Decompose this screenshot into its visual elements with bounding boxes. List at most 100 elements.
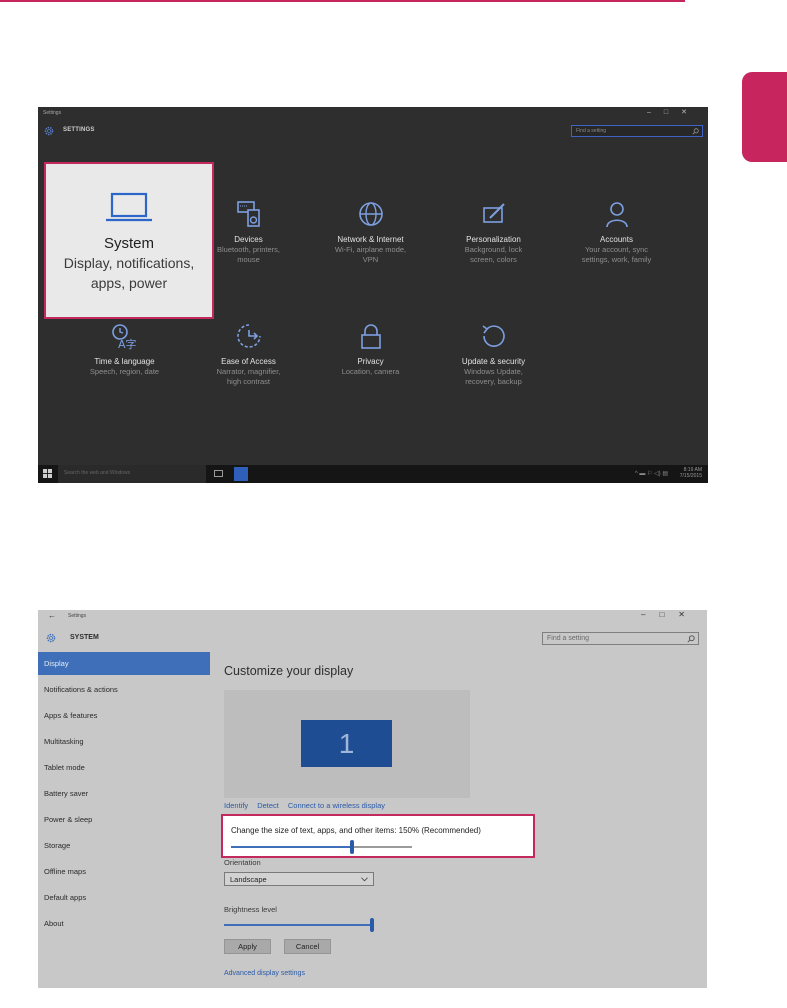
- gear-icon: [46, 633, 56, 643]
- tile-network-desc-2: VPN: [362, 255, 379, 264]
- settings-taskbar-icon[interactable]: [234, 467, 248, 481]
- advanced-display-settings-link[interactable]: Advanced display settings: [224, 970, 305, 977]
- task-view-icon[interactable]: [214, 470, 223, 477]
- tile-time-language-name: Time & language: [94, 357, 155, 366]
- tile-accounts[interactable]: Accounts Your account, sync settings, wo…: [554, 200, 679, 265]
- nav-item-power-sleep[interactable]: Power & sleep: [38, 808, 210, 831]
- tile-privacy[interactable]: Privacy Location, camera: [308, 322, 433, 377]
- nav-item-multitasking[interactable]: Multitasking: [38, 730, 210, 753]
- search-placeholder: Find a setting: [576, 128, 607, 134]
- maximize-button[interactable]: □: [664, 109, 681, 116]
- identify-link[interactable]: Identify: [224, 801, 248, 810]
- tile-network-desc-1: Wi-Fi, airplane mode,: [334, 245, 407, 254]
- scale-slider-thumb[interactable]: [350, 840, 355, 854]
- paintbrush-screen-icon: [482, 203, 505, 223]
- settings-header: SETTINGS: [63, 127, 95, 133]
- nav-item-battery-saver[interactable]: Battery saver: [38, 782, 210, 805]
- tile-devices[interactable]: Devices Bluetooth, printers, mouse: [186, 200, 311, 265]
- tile-personalization-desc-2: screen, colors: [470, 255, 517, 264]
- nav-item-default-apps[interactable]: Default apps: [38, 886, 210, 909]
- svg-text:A字: A字: [118, 337, 137, 350]
- page-title: Customize your display: [224, 664, 354, 678]
- orientation-select[interactable]: Landscape: [224, 872, 374, 886]
- taskbar: Search the web and Windows ^ ▬ ⚐ ◁) ▤ 8:…: [38, 465, 708, 483]
- person-icon: [605, 202, 628, 228]
- tile-ease-of-access[interactable]: Ease of Access Narrator, magnifier, high…: [186, 322, 311, 387]
- settings-home-screenshot: Settings –□✕ SETTINGS Find a setting Sys…: [38, 107, 708, 483]
- cancel-button[interactable]: Cancel: [284, 939, 331, 954]
- scale-slider[interactable]: [231, 840, 412, 854]
- detect-link[interactable]: Detect: [257, 801, 279, 810]
- nav-item-apps-features[interactable]: Apps & features: [38, 704, 210, 727]
- display-settings-screenshot: ← Settings –□✕ SYSTEM Find a setting Dis…: [38, 610, 707, 988]
- tile-system-desc-2: apps, power: [90, 275, 168, 291]
- close-button[interactable]: ✕: [681, 109, 700, 116]
- nav-item-display[interactable]: Display: [38, 652, 210, 675]
- display-preview: 1: [224, 690, 470, 798]
- page-top-rule: [0, 0, 685, 2]
- taskbar-clock[interactable]: 8:19 AM 7/15/2015: [680, 467, 702, 479]
- scale-setting-highlight: Change the size of text, apps, and other…: [221, 814, 535, 858]
- scale-label: Change the size of text, apps, and other…: [231, 826, 481, 835]
- window-title: Settings: [43, 110, 62, 116]
- minimize-button[interactable]: –: [641, 610, 659, 619]
- close-button[interactable]: ✕: [678, 610, 699, 619]
- tile-network-name: Network & Internet: [337, 235, 404, 244]
- tile-accounts-name: Accounts: [600, 235, 633, 244]
- connect-wireless-display-link[interactable]: Connect to a wireless display: [288, 801, 385, 810]
- search-icon: [692, 128, 699, 135]
- clock-language-icon: A字: [111, 324, 137, 350]
- tile-accounts-desc-1: Your account, sync: [584, 245, 649, 254]
- maximize-button[interactable]: □: [659, 610, 678, 619]
- clock-date: 7/15/2015: [679, 473, 702, 479]
- minimize-button[interactable]: –: [647, 109, 664, 116]
- tile-personalization[interactable]: Personalization Background, lock screen,…: [431, 200, 556, 265]
- nav-item-storage[interactable]: Storage: [38, 834, 210, 857]
- tile-ease-of-access-desc-2: high contrast: [227, 377, 270, 386]
- search-icon: [687, 635, 695, 643]
- tile-network[interactable]: Network & Internet Wi-Fi, airplane mode,…: [308, 200, 433, 265]
- tile-ease-of-access-name: Ease of Access: [221, 357, 276, 366]
- refresh-icon: [482, 325, 505, 347]
- search-placeholder: Find a setting: [547, 635, 590, 642]
- tile-accounts-desc-2: settings, work, family: [581, 255, 652, 264]
- orientation-value: Landscape: [230, 875, 267, 884]
- windows-start-icon[interactable]: [43, 469, 52, 478]
- nav-item-notifications[interactable]: Notifications & actions: [38, 678, 210, 701]
- keyboard-speaker-icon: [236, 201, 260, 227]
- tile-privacy-desc-1: Location, camera: [341, 367, 400, 376]
- search-input[interactable]: Find a setting: [542, 632, 699, 645]
- tile-personalization-desc-1: Background, lock: [464, 245, 523, 254]
- window-controls[interactable]: –□✕: [647, 108, 700, 116]
- brightness-slider[interactable]: [224, 918, 374, 932]
- nav-item-about[interactable]: About: [38, 912, 210, 935]
- nav-item-offline-maps[interactable]: Offline maps: [38, 860, 210, 883]
- search-input[interactable]: Find a setting: [571, 125, 703, 137]
- chapter-side-tab: [742, 72, 787, 162]
- brightness-slider-thumb[interactable]: [370, 918, 374, 932]
- taskbar-search-input[interactable]: Search the web and Windows: [58, 465, 206, 483]
- tile-time-language-desc-1: Speech, region, date: [89, 367, 160, 376]
- globe-icon: [358, 202, 383, 226]
- display-links: Identify Detect Connect to a wireless disp…: [224, 801, 394, 810]
- apply-button[interactable]: Apply: [224, 939, 271, 954]
- tile-ease-of-access-desc-1: Narrator, magnifier,: [216, 367, 281, 376]
- tile-update-security[interactable]: Update & security Windows Update, recove…: [431, 322, 556, 387]
- ease-of-access-icon: [236, 324, 261, 348]
- scale-slider-fill: [231, 846, 353, 848]
- back-button[interactable]: ←: [48, 611, 56, 620]
- title-bar: ← Settings –□✕: [38, 610, 707, 624]
- tile-update-security-name: Update & security: [461, 357, 526, 366]
- nav-item-tablet-mode[interactable]: Tablet mode: [38, 756, 210, 779]
- window-title: Settings: [68, 613, 87, 619]
- tile-update-security-desc-1: Windows Update,: [464, 367, 523, 376]
- gear-icon: [44, 126, 54, 136]
- tile-devices-desc-2: mouse: [237, 255, 260, 264]
- chevron-down-icon: [361, 877, 368, 882]
- monitor-1[interactable]: 1: [301, 720, 392, 767]
- system-tray[interactable]: ^ ▬ ⚐ ◁) ▤: [635, 470, 668, 477]
- tile-devices-name: Devices: [234, 235, 263, 244]
- tile-time-language[interactable]: A字 Time & language Speech, region, date: [62, 322, 187, 377]
- window-controls[interactable]: –□✕: [641, 610, 699, 619]
- system-header: SYSTEM: [70, 634, 99, 641]
